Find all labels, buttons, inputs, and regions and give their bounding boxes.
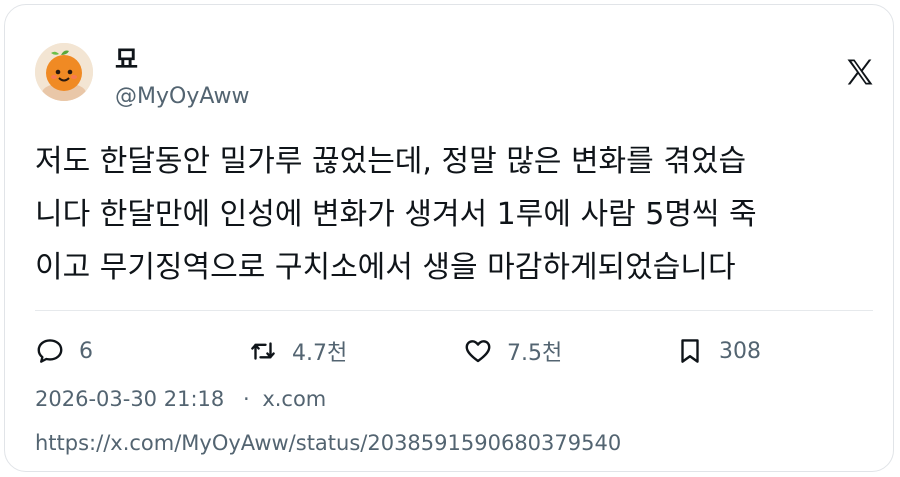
retweet-button[interactable]: 4.7천 [248, 333, 347, 369]
x-logo-icon[interactable] [845, 57, 875, 87]
timestamp[interactable]: 2026-03-30 21:18 [35, 387, 224, 411]
bookmark-count: 308 [719, 338, 761, 364]
source-link[interactable]: x.com [262, 387, 326, 411]
like-count: 7.5천 [507, 341, 563, 366]
tweet-card: 묘 @MyOyAww 저도 한달동안 밀가루 끊었는데, 정말 많은 변화를 겪… [4, 4, 894, 472]
bookmark-button[interactable]: 308 [675, 333, 761, 369]
tweet-meta: 2026-03-30 21:18 · x.com [35, 385, 326, 413]
tweet-url[interactable]: https://x.com/MyOyAww/status/20385915906… [35, 429, 621, 457]
reply-count: 6 [79, 338, 93, 364]
tweet-text: 저도 한달동안 밀가루 끊었는데, 정말 많은 변화를 겪었습 니다 한달만에 … [35, 144, 757, 285]
retweet-icon [251, 342, 275, 360]
display-name[interactable]: 묘 [115, 45, 138, 75]
reply-button[interactable]: 6 [35, 333, 93, 369]
heart-icon [465, 340, 491, 363]
like-button[interactable]: 7.5천 [463, 333, 562, 369]
bookmark-icon [681, 339, 699, 363]
avatar[interactable] [35, 43, 93, 101]
user-handle[interactable]: @MyOyAww [115, 83, 249, 111]
orange-mascot-avatar-icon [35, 43, 93, 101]
comment-icon [37, 339, 63, 363]
divider [35, 310, 873, 311]
retweet-count: 4.7천 [292, 341, 348, 366]
meta-separator: · [242, 387, 250, 411]
